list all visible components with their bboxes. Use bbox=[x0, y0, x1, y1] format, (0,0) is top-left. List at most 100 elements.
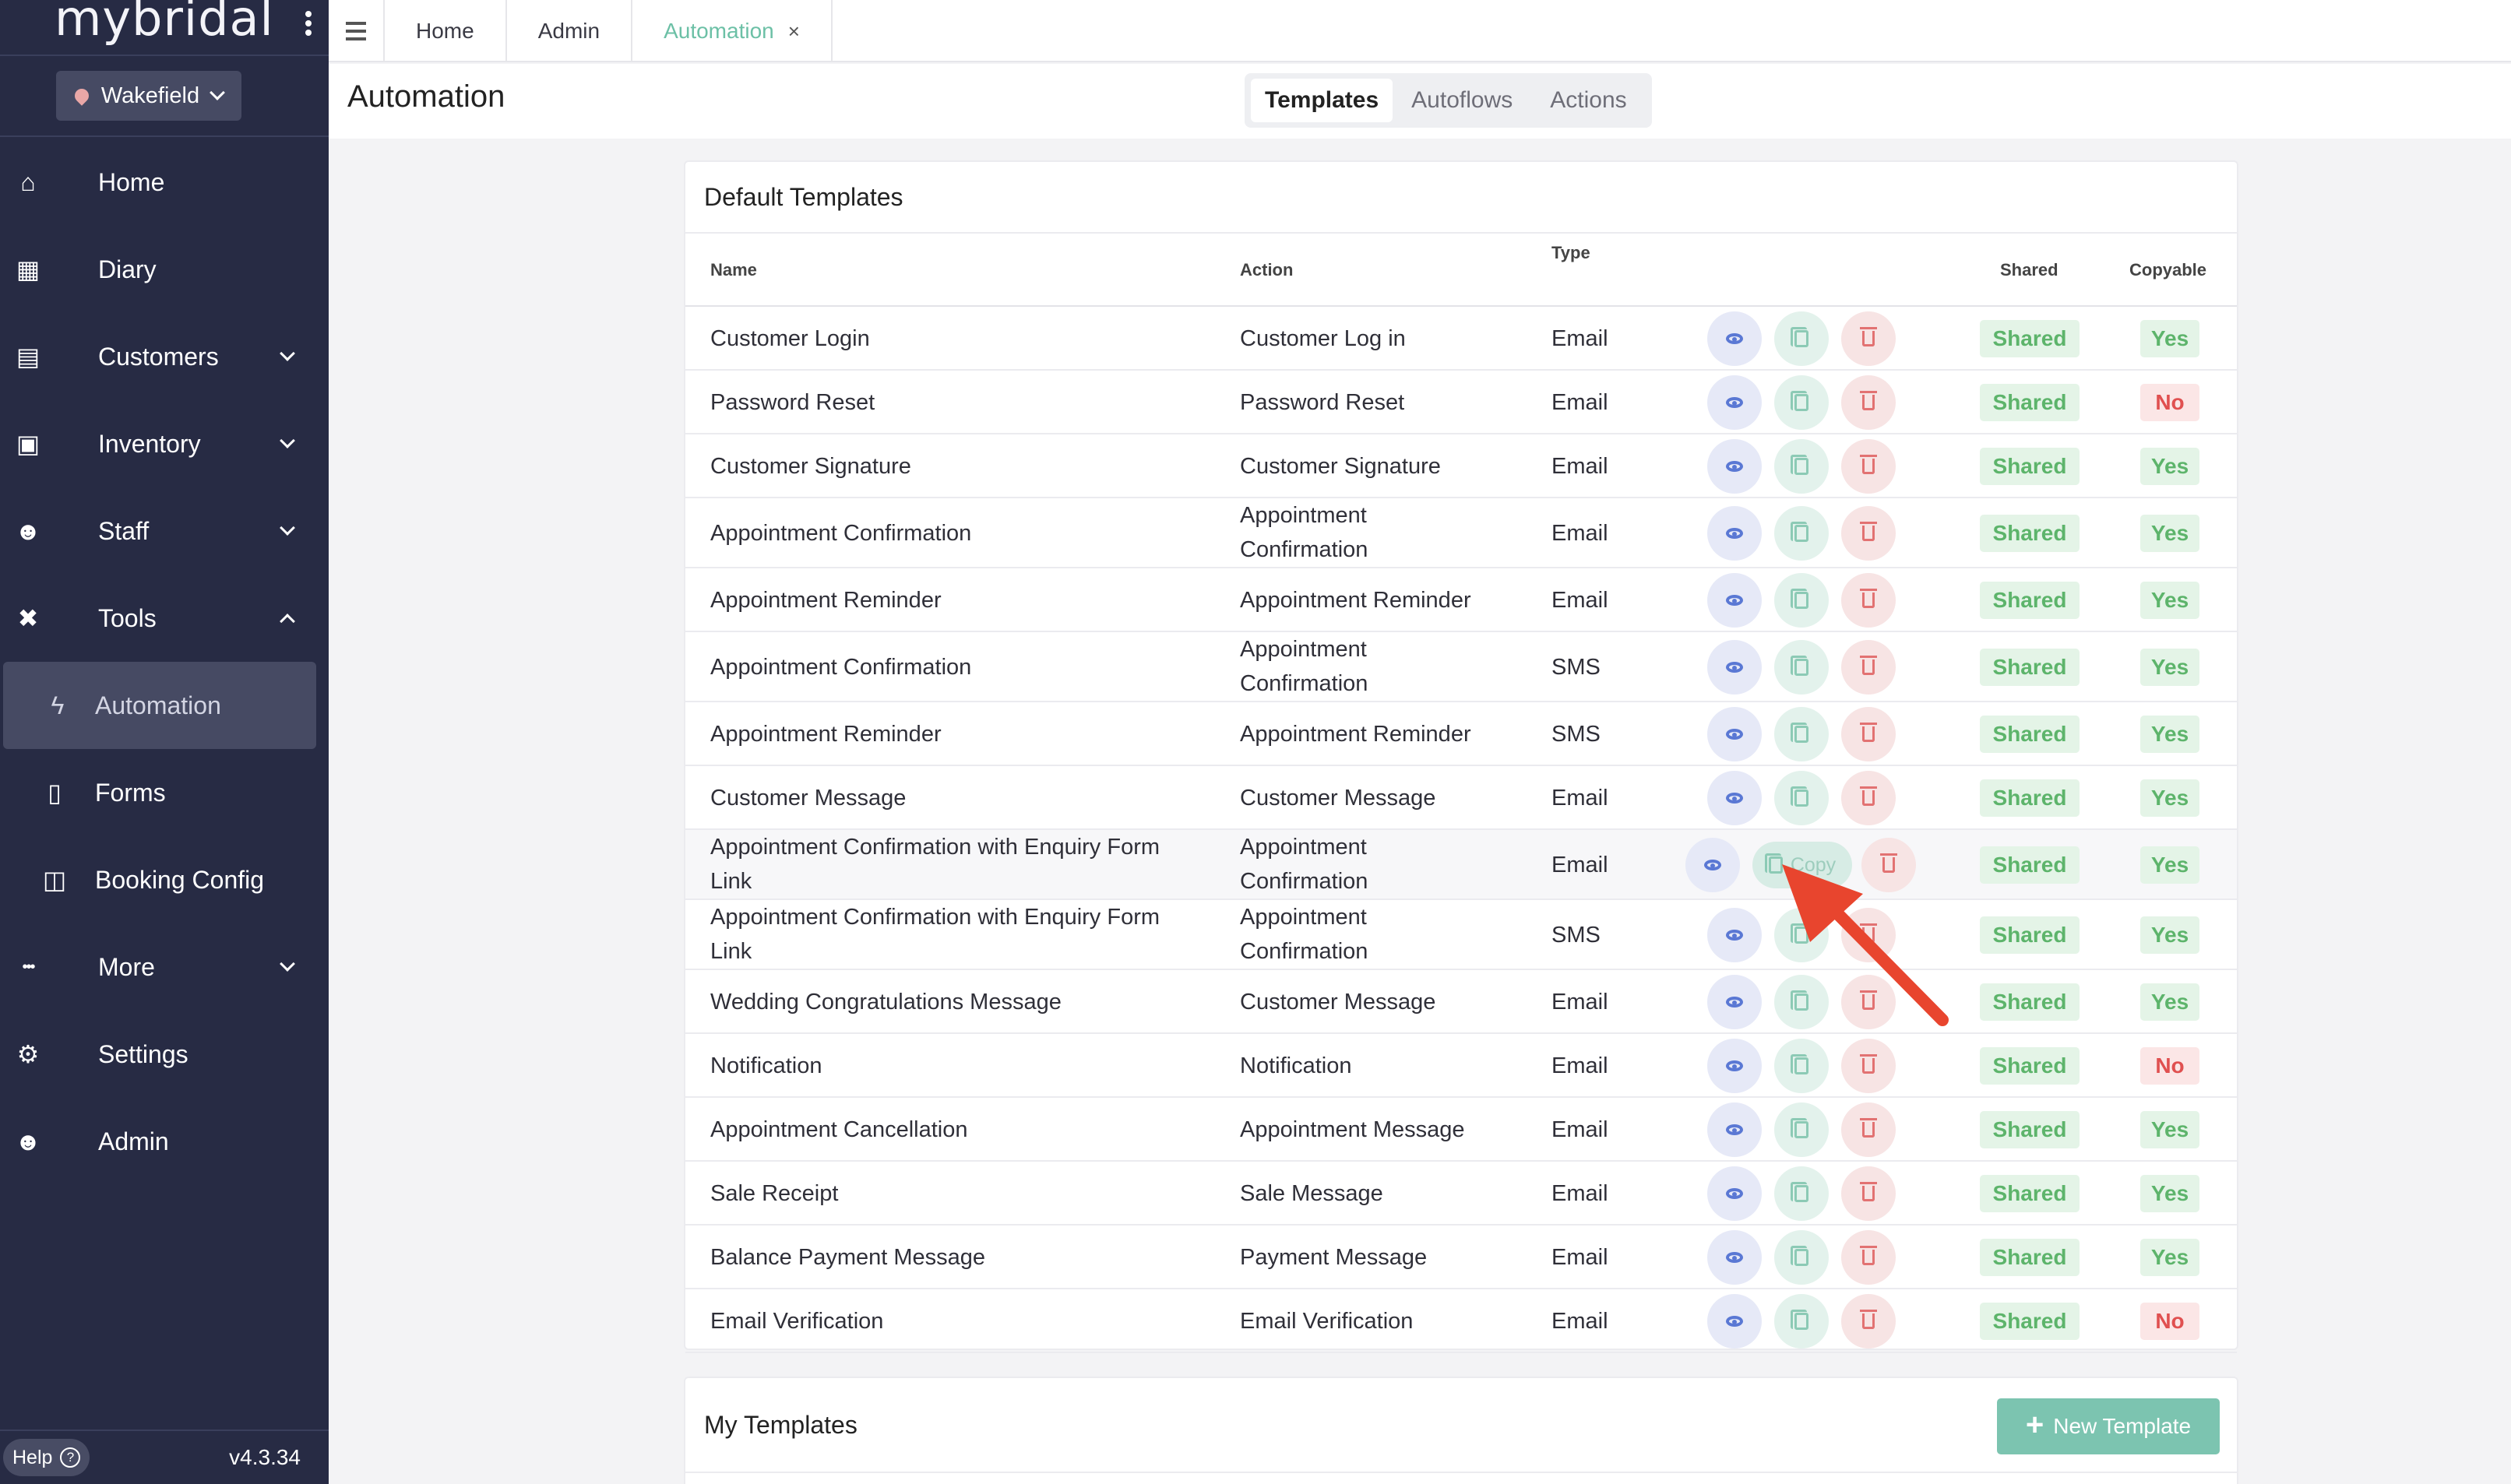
copy-button[interactable] bbox=[1774, 439, 1829, 494]
sidebar-item-customers[interactable]: ▤ Customers bbox=[0, 313, 329, 400]
template-action: Password Reset bbox=[1240, 390, 1405, 415]
delete-button[interactable] bbox=[1841, 1039, 1896, 1093]
sidebar-item-diary[interactable]: ▦ Diary bbox=[0, 226, 329, 313]
table-row[interactable]: Appointment Confirmation Appointment Conf… bbox=[685, 632, 2237, 702]
template-type: Email bbox=[1551, 326, 1608, 351]
gear-icon: ⚙ bbox=[16, 1040, 40, 1068]
delete-button[interactable] bbox=[1841, 1230, 1896, 1285]
copy-button[interactable] bbox=[1774, 506, 1829, 561]
table-row[interactable]: Email Verification Email Verification Emai… bbox=[685, 1289, 2237, 1353]
kebab-menu-icon[interactable] bbox=[305, 11, 312, 36]
delete-button[interactable] bbox=[1841, 975, 1896, 1029]
copy-button[interactable] bbox=[1774, 707, 1829, 761]
template-name: Appointment Reminder bbox=[710, 722, 942, 747]
table-row[interactable]: Appointment Cancellation Appointment Mess… bbox=[685, 1098, 2237, 1162]
new-template-button[interactable]: + New Template bbox=[1997, 1398, 2220, 1454]
sidebar-item-booking-config[interactable]: ◫ Booking Config bbox=[0, 836, 329, 923]
sidebar-item-staff[interactable]: ☻ Staff bbox=[0, 487, 329, 575]
tab-automation[interactable]: Automation × bbox=[632, 0, 833, 62]
view-button[interactable] bbox=[1707, 1294, 1762, 1349]
view-button[interactable] bbox=[1707, 439, 1762, 494]
sidebar-item-tools[interactable]: ✖ Tools bbox=[0, 575, 329, 662]
table-row[interactable]: Customer Message Customer Message Email Sha… bbox=[685, 766, 2237, 830]
table-row[interactable]: Sale Receipt Sale Message Email Shared Yes bbox=[685, 1162, 2237, 1226]
sidebar-item-home[interactable]: ⌂ Home bbox=[0, 139, 329, 226]
table-row[interactable]: Customer Login Customer Log in Email Shared… bbox=[685, 307, 2237, 371]
delete-button[interactable] bbox=[1841, 640, 1896, 695]
copy-button[interactable] bbox=[1774, 1166, 1829, 1221]
view-button[interactable] bbox=[1707, 1230, 1762, 1285]
copy-button[interactable] bbox=[1774, 573, 1829, 628]
tab-label: Home bbox=[416, 19, 474, 43]
delete-button[interactable] bbox=[1841, 771, 1896, 825]
sidebar-item-forms[interactable]: ▯ Forms bbox=[0, 749, 329, 836]
table-row[interactable]: Notification Notification Email Shared No bbox=[685, 1034, 2237, 1098]
view-button[interactable] bbox=[1707, 1166, 1762, 1221]
trash-icon bbox=[1860, 990, 1877, 1010]
copy-button[interactable]: Copy bbox=[1752, 842, 1852, 888]
view-button[interactable] bbox=[1707, 375, 1762, 430]
sidebar-item-more[interactable]: ••• More bbox=[0, 923, 329, 1011]
table-row[interactable]: Appointment Confirmation with Enquiry Fo… bbox=[685, 900, 2237, 970]
segment-actions[interactable]: Actions bbox=[1531, 79, 1645, 122]
copy-button[interactable] bbox=[1774, 975, 1829, 1029]
table-row[interactable]: Password Reset Password Reset Email Shared N… bbox=[685, 371, 2237, 434]
sidebar-item-inventory[interactable]: ▣ Inventory bbox=[0, 400, 329, 487]
close-icon[interactable]: × bbox=[788, 19, 800, 44]
eye-icon bbox=[1726, 1188, 1743, 1199]
delete-button[interactable] bbox=[1841, 506, 1896, 561]
copy-button[interactable] bbox=[1774, 908, 1829, 962]
view-button[interactable] bbox=[1707, 707, 1762, 761]
delete-button[interactable] bbox=[1841, 707, 1896, 761]
delete-button[interactable] bbox=[1841, 1102, 1896, 1157]
tab-home[interactable]: Home bbox=[385, 0, 507, 62]
delete-button[interactable] bbox=[1841, 908, 1896, 962]
automation-icon: ϟ bbox=[51, 691, 65, 719]
branch-selector[interactable]: Wakefield bbox=[56, 71, 241, 121]
calendar-icon: ▦ bbox=[16, 255, 40, 283]
delete-button[interactable] bbox=[1841, 311, 1896, 366]
app-logo[interactable]: mybridal bbox=[55, 0, 274, 43]
copy-button[interactable] bbox=[1774, 771, 1829, 825]
view-button[interactable] bbox=[1707, 771, 1762, 825]
delete-button[interactable] bbox=[1841, 375, 1896, 430]
view-button[interactable] bbox=[1707, 975, 1762, 1029]
copy-icon bbox=[1791, 723, 1808, 743]
view-button[interactable] bbox=[1707, 311, 1762, 366]
table-row[interactable]: Appointment Confirmation Appointment Conf… bbox=[685, 498, 2237, 568]
help-button[interactable]: Help ? bbox=[3, 1439, 90, 1476]
delete-button[interactable] bbox=[1841, 1166, 1896, 1221]
copy-button[interactable] bbox=[1774, 1102, 1829, 1157]
sidebar-item-settings[interactable]: ⚙ Settings bbox=[0, 1011, 329, 1098]
table-row[interactable]: Appointment Reminder Appointment Reminder… bbox=[685, 702, 2237, 766]
view-button[interactable] bbox=[1707, 506, 1762, 561]
table-row[interactable]: Customer Signature Customer Signature Emai… bbox=[685, 434, 2237, 498]
delete-button[interactable] bbox=[1841, 1294, 1896, 1349]
view-button[interactable] bbox=[1707, 573, 1762, 628]
segment-autoflows[interactable]: Autoflows bbox=[1393, 79, 1531, 122]
delete-button[interactable] bbox=[1841, 439, 1896, 494]
copy-button[interactable] bbox=[1774, 640, 1829, 695]
table-row[interactable]: Appointment Reminder Appointment Reminder… bbox=[685, 568, 2237, 632]
copy-button[interactable] bbox=[1774, 375, 1829, 430]
view-button[interactable] bbox=[1707, 908, 1762, 962]
view-button[interactable] bbox=[1707, 1102, 1762, 1157]
table-row[interactable]: Appointment Confirmation with Enquiry Fo… bbox=[685, 830, 2237, 900]
sidebar-item-automation[interactable]: ϟ Automation bbox=[3, 662, 316, 749]
tab-admin[interactable]: Admin bbox=[507, 0, 633, 62]
view-button[interactable] bbox=[1707, 640, 1762, 695]
delete-button[interactable] bbox=[1861, 838, 1916, 892]
copy-button[interactable] bbox=[1774, 1294, 1829, 1349]
view-button[interactable] bbox=[1707, 1039, 1762, 1093]
view-switcher: Templates Autoflows Actions bbox=[1245, 73, 1652, 128]
view-button[interactable] bbox=[1685, 838, 1740, 892]
table-row[interactable]: Wedding Congratulations Message Customer … bbox=[685, 970, 2237, 1034]
table-row[interactable]: Balance Payment Message Payment Message Em… bbox=[685, 1226, 2237, 1289]
delete-button[interactable] bbox=[1841, 573, 1896, 628]
copy-button[interactable] bbox=[1774, 1230, 1829, 1285]
hamburger-menu-icon[interactable] bbox=[329, 0, 385, 62]
sidebar-item-admin[interactable]: ☻ Admin bbox=[0, 1098, 329, 1185]
copy-button[interactable] bbox=[1774, 311, 1829, 366]
copy-button[interactable] bbox=[1774, 1039, 1829, 1093]
segment-templates[interactable]: Templates bbox=[1251, 79, 1393, 122]
